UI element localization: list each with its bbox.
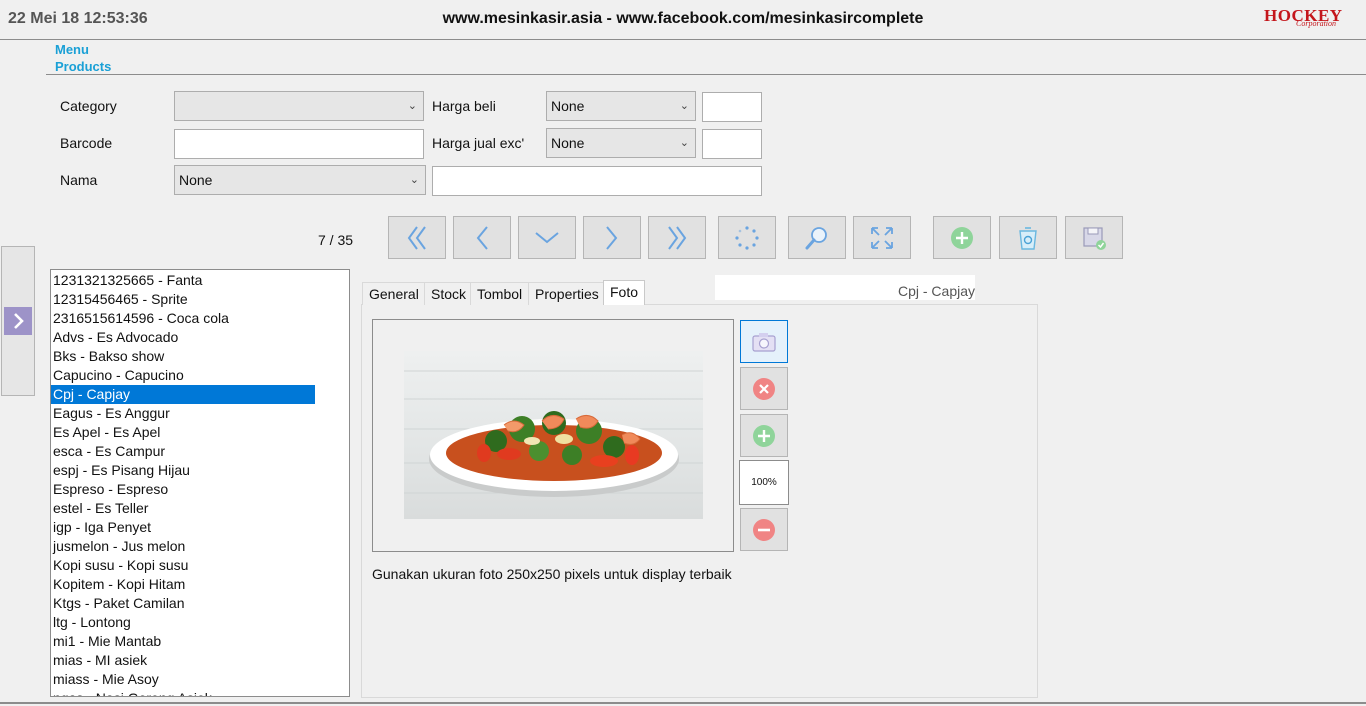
category-select[interactable]: ⌄ xyxy=(174,91,424,121)
list-item[interactable]: ltg - Lontong xyxy=(51,613,315,632)
tab-tombol[interactable]: Tombol xyxy=(470,282,530,305)
previous-record-button[interactable] xyxy=(453,216,511,259)
list-item[interactable]: miass - Mie Asoy xyxy=(51,670,315,689)
harga-jual-select-value: None xyxy=(551,135,585,151)
list-item[interactable]: esca - Es Campur xyxy=(51,442,315,461)
list-item-selected[interactable]: Cpj - Capjay xyxy=(51,385,315,404)
browse-photo-button[interactable] xyxy=(740,320,788,363)
breadcrumb-divider xyxy=(46,74,1366,75)
remove-photo-button[interactable] xyxy=(740,367,788,410)
product-list[interactable]: 1231321325665 - Fanta 12315456465 - Sprit… xyxy=(50,269,350,697)
camera-icon xyxy=(752,332,776,352)
tab-stock[interactable]: Stock xyxy=(424,282,474,305)
list-item[interactable]: Es Apel - Es Apel xyxy=(51,423,315,442)
list-item[interactable]: espj - Es Pisang Hijau xyxy=(51,461,315,480)
tab-properties[interactable]: Properties xyxy=(528,282,606,305)
harga-jual-label: Harga jual exc' xyxy=(432,135,525,151)
add-record-button[interactable] xyxy=(933,216,991,259)
list-item[interactable]: Eagus - Es Anggur xyxy=(51,404,315,423)
breadcrumb-products: Products xyxy=(55,59,112,74)
reload-spinner-icon xyxy=(735,225,759,250)
list-item[interactable]: Ktgs - Paket Camilan xyxy=(51,594,315,613)
minus-circle-icon xyxy=(753,518,775,541)
plus-circle-icon xyxy=(951,226,973,249)
nama-label: Nama xyxy=(60,172,98,188)
list-item[interactable]: Kopitem - Kopi Hitam xyxy=(51,575,315,594)
zoom-in-button[interactable] xyxy=(740,414,788,457)
list-item[interactable]: 1231321325665 - Fanta xyxy=(51,271,315,290)
list-item[interactable]: Kopi susu - Kopi susu xyxy=(51,556,315,575)
tab-foto[interactable]: Foto xyxy=(603,280,646,305)
first-record-button[interactable] xyxy=(388,216,446,259)
list-item[interactable]: igp - Iga Penyet xyxy=(51,518,315,537)
reload-button[interactable] xyxy=(718,216,776,259)
nama-select-value: None xyxy=(179,172,213,188)
nama-select[interactable]: None ⌄ xyxy=(174,165,426,195)
breadcrumb-menu[interactable]: Menu xyxy=(55,42,89,57)
record-counter: 7 / 35 xyxy=(318,232,354,248)
list-item[interactable]: Espreso - Espreso xyxy=(51,480,315,499)
double-chevron-left-icon xyxy=(407,225,426,250)
next-record-button[interactable] xyxy=(583,216,641,259)
bottom-divider xyxy=(0,702,1366,704)
search-icon xyxy=(805,226,827,249)
site-title: www.mesinkasir.asia - www.facebook.com/m… xyxy=(442,10,924,27)
list-item[interactable]: Capucino - Capucino xyxy=(51,366,315,385)
harga-beli-label: Harga beli xyxy=(432,98,496,114)
down-record-button[interactable] xyxy=(518,216,576,259)
list-item[interactable]: mi1 - Mie Mantab xyxy=(51,632,315,651)
double-chevron-right-icon xyxy=(668,225,687,250)
chevron-left-icon xyxy=(476,225,488,250)
product-photo xyxy=(404,351,703,519)
barcode-input[interactable] xyxy=(174,129,424,159)
harga-beli-select[interactable]: None ⌄ xyxy=(546,91,696,121)
selected-product-caption: Cpj - Capjay xyxy=(897,283,975,299)
save-record-button[interactable] xyxy=(1065,216,1123,259)
chevron-down-icon: ⌄ xyxy=(679,100,689,112)
chevron-down-icon: ⌄ xyxy=(679,137,689,149)
harga-beli-select-value: None xyxy=(551,98,585,114)
photo-size-hint: Gunakan ukuran foto 250x250 pixels untuk… xyxy=(372,566,732,582)
harga-jual-select[interactable]: None ⌄ xyxy=(546,128,696,158)
chevron-right-icon xyxy=(606,225,618,250)
list-item[interactable]: Advs - Es Advocado xyxy=(51,328,315,347)
nama-input[interactable] xyxy=(432,166,762,196)
harga-beli-input[interactable] xyxy=(702,92,762,122)
list-item[interactable]: Bks - Bakso show xyxy=(51,347,315,366)
delete-record-button[interactable] xyxy=(999,216,1057,259)
fullscreen-button[interactable] xyxy=(853,216,911,259)
tab-general[interactable]: General xyxy=(362,282,426,305)
list-item[interactable]: estel - Es Teller xyxy=(51,499,315,518)
barcode-label: Barcode xyxy=(60,135,113,151)
zoom-level: 100% xyxy=(739,460,789,505)
expand-icon xyxy=(871,226,893,249)
last-record-button[interactable] xyxy=(648,216,706,259)
chevron-right-icon xyxy=(14,313,24,329)
category-label: Category xyxy=(60,98,117,114)
dish-illustration xyxy=(404,370,703,497)
list-item[interactable]: 12315456465 - Sprite xyxy=(51,290,315,309)
list-item[interactable]: jusmelon - Jus melon xyxy=(51,537,315,556)
chevron-down-icon: ⌄ xyxy=(407,100,417,112)
list-item[interactable]: mias - MI asiek xyxy=(51,651,315,670)
chevron-down-icon xyxy=(535,231,559,243)
zoom-out-button[interactable] xyxy=(740,508,788,551)
plus-circle-icon xyxy=(753,424,775,447)
chevron-down-icon: ⌄ xyxy=(409,174,419,186)
recycle-bin-icon xyxy=(1019,226,1037,250)
brand-logo-subtitle: Corporation xyxy=(1296,19,1337,28)
list-item[interactable]: 2316515614596 - Coca cola xyxy=(51,309,315,328)
save-icon xyxy=(1083,226,1106,250)
harga-jual-input[interactable] xyxy=(702,129,762,159)
expand-side-button[interactable] xyxy=(4,307,32,335)
close-circle-icon xyxy=(753,377,775,400)
list-item[interactable]: ngas - Nasi Goreng Asiek xyxy=(51,689,315,696)
search-button[interactable] xyxy=(788,216,846,259)
